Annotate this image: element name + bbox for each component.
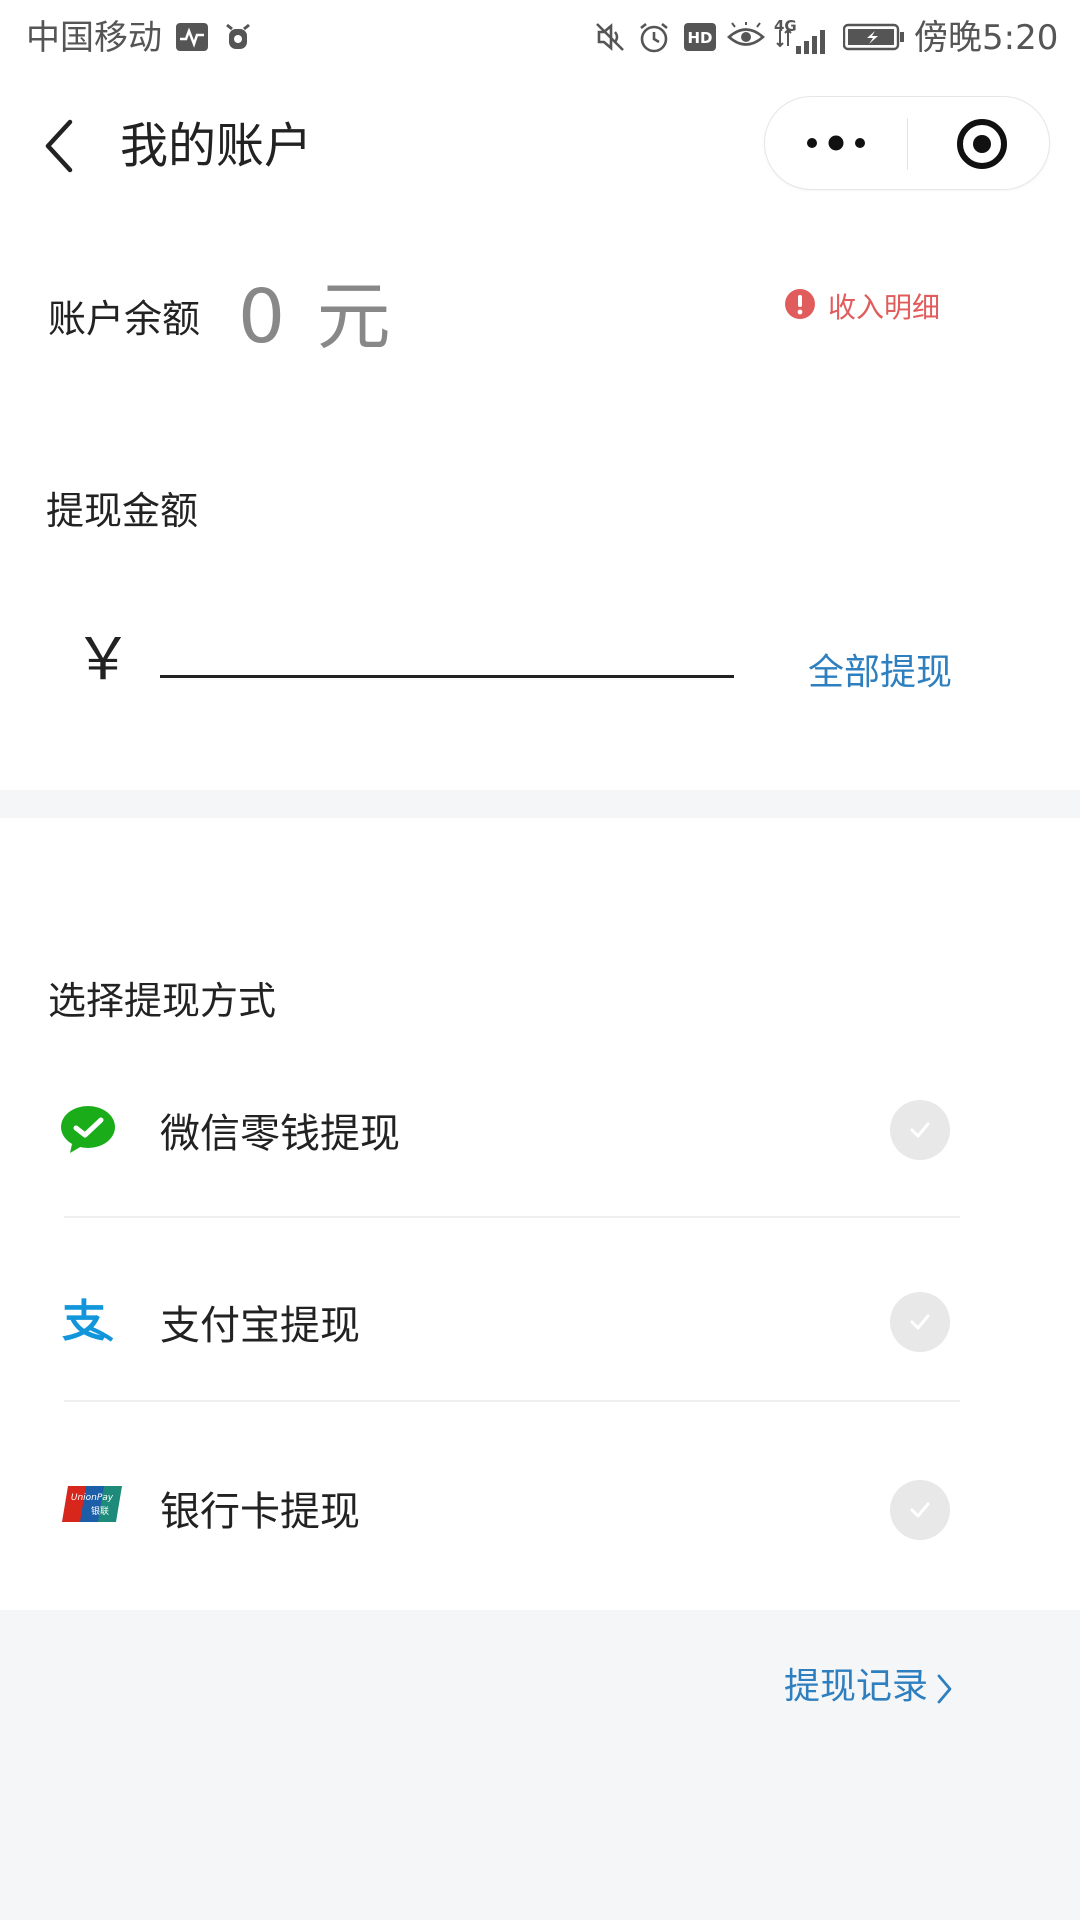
signal-icon [776,28,832,54]
page-title: 我的账户 [120,118,313,174]
alarm-icon [636,20,672,54]
method-section-title: 选择提现方式 [48,979,277,1023]
method-label: 支付宝提现 [160,1303,360,1349]
svg-text:支: 支 [62,1298,106,1344]
withdraw-amount-label: 提现金额 [46,489,199,533]
chevron-left-icon [45,119,73,173]
divider [64,1400,960,1402]
check-icon[interactable] [890,1480,950,1540]
chevron-right-icon [937,1674,952,1704]
currency-symbol: ￥ [74,625,133,693]
method-label: 微信零钱提现 [160,1111,400,1157]
activity-icon [174,20,210,54]
divider [64,1216,960,1218]
carrier-label: 中国移动 [26,18,162,58]
alipay-icon: 支 [60,1296,114,1347]
mute-icon [592,20,628,54]
hd-icon: HD [682,20,718,54]
withdraw-all-link[interactable]: 全部提现 [808,650,952,696]
more-dots-icon [807,135,865,151]
balance-label: 账户余额 [48,297,201,341]
method-label: 银行卡提现 [160,1489,360,1535]
capsule-divider [907,118,908,170]
eye-icon [726,20,766,54]
income-detail-link[interactable]: 收入明细 [828,290,940,326]
check-icon[interactable] [890,1100,950,1160]
exclamation-icon [784,288,816,320]
back-button[interactable] [38,116,82,176]
alarm-app-icon [220,20,256,54]
wechat-icon [60,1104,116,1154]
records-label: 提现记录 [784,1666,929,1707]
svg-text:HD: HD [687,29,712,47]
svg-text:银联: 银联 [91,1505,109,1517]
target-icon [957,119,1007,169]
withdraw-records-link[interactable]: 提现记录 [780,1660,960,1716]
unionpay-icon: UnionPay 银联 [60,1484,124,1524]
svg-text:UnionPay: UnionPay [71,1493,114,1503]
battery-icon [842,20,906,54]
withdraw-amount-input[interactable] [160,630,734,678]
more-button[interactable] [798,120,878,166]
status-time: 傍晚5:20 [914,18,1059,58]
balance-amount: 0 元 [238,274,395,360]
close-miniprogram-button[interactable] [954,116,1010,172]
check-icon[interactable] [890,1292,950,1352]
